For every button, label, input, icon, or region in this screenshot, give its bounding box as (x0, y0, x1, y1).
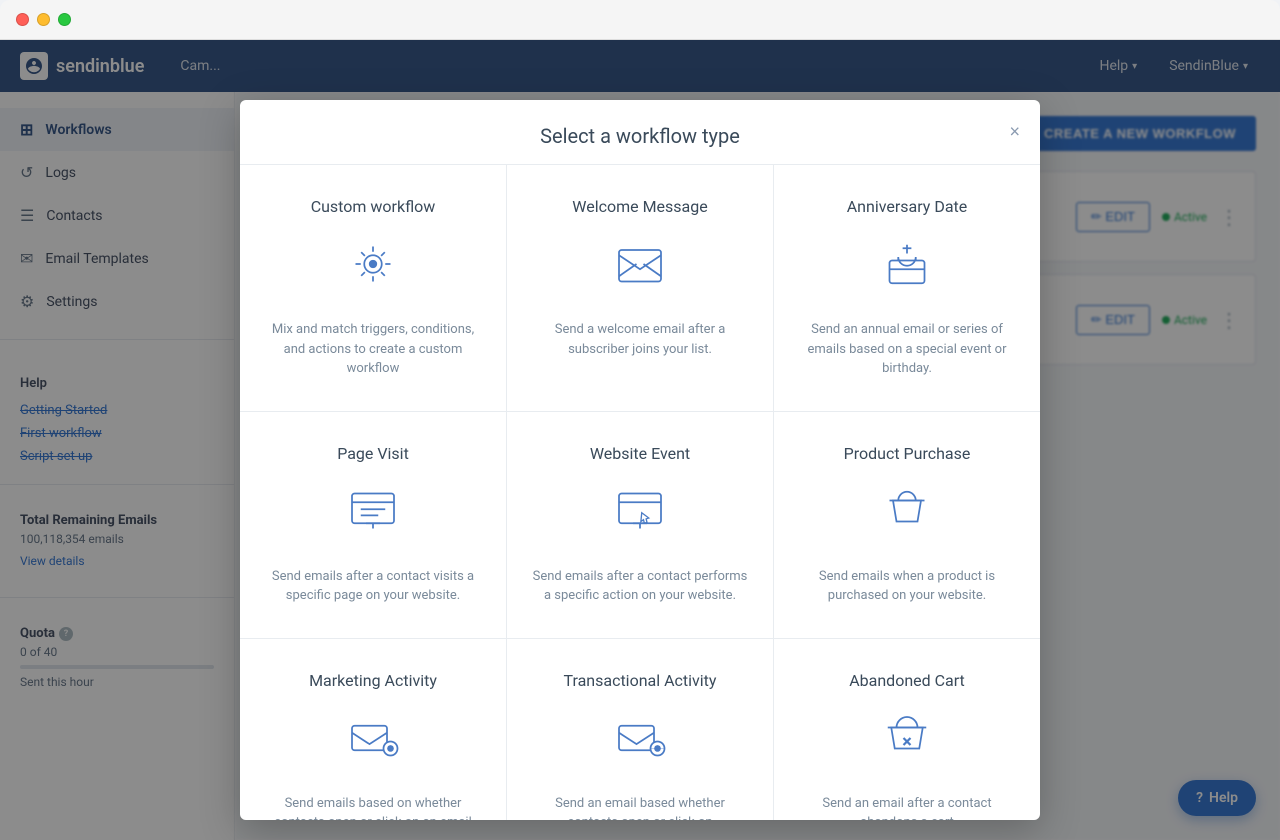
workflow-option-title-marketing-activity: Marketing Activity (264, 671, 482, 690)
modal-backdrop[interactable]: Select a workflow type × Custom workflow… (0, 40, 1280, 840)
custom-workflow-icon (341, 236, 405, 300)
website-event-icon (608, 483, 672, 547)
workflow-option-abandoned-cart[interactable]: Abandoned Cart Send an email after a con… (774, 639, 1040, 821)
workflow-option-transactional-activity[interactable]: Transactional Activity Send an email bas… (507, 639, 773, 821)
workflow-option-custom[interactable]: Custom workflow Mix and match triggers, … (240, 165, 506, 411)
workflow-type-grid: Custom workflow Mix and match triggers, … (240, 165, 1040, 820)
workflow-option-title-transactional-activity: Transactional Activity (531, 671, 749, 690)
workflow-option-website-event[interactable]: Website Event Send emails after a contac… (507, 412, 773, 638)
abandoned-cart-icon (875, 710, 939, 774)
workflow-option-title-anniversary: Anniversary Date (798, 197, 1016, 216)
workflow-option-desc-custom: Mix and match triggers, conditions, and … (264, 320, 482, 379)
workflow-option-anniversary[interactable]: Anniversary Date Send an annual email or… (774, 165, 1040, 411)
welcome-message-icon (608, 236, 672, 300)
workflow-option-desc-marketing-activity: Send emails based on whether contacts op… (264, 794, 482, 821)
workflow-option-desc-transactional-activity: Send an email based whether contacts ope… (531, 794, 749, 821)
anniversary-date-icon (875, 236, 939, 300)
select-workflow-modal: Select a workflow type × Custom workflow… (240, 100, 1040, 820)
workflow-option-desc-website-event: Send emails after a contact performs a s… (531, 567, 749, 606)
workflow-option-desc-product-purchase: Send emails when a product is purchased … (798, 567, 1016, 606)
workflow-option-desc-anniversary: Send an annual email or series of emails… (798, 320, 1016, 379)
marketing-activity-icon (341, 710, 405, 774)
page-visit-icon (341, 483, 405, 547)
modal-header: Select a workflow type × (240, 100, 1040, 165)
workflow-option-marketing-activity[interactable]: Marketing Activity Send emails based on … (240, 639, 506, 821)
workflow-option-title-welcome: Welcome Message (531, 197, 749, 216)
workflow-option-desc-page-visit: Send emails after a contact visits a spe… (264, 567, 482, 606)
workflow-option-product-purchase[interactable]: Product Purchase Send emails when a prod… (774, 412, 1040, 638)
workflow-option-title-page-visit: Page Visit (264, 444, 482, 463)
workflow-option-title-product-purchase: Product Purchase (798, 444, 1016, 463)
product-purchase-icon (875, 483, 939, 547)
workflow-option-welcome[interactable]: Welcome Message Send a welcome email aft… (507, 165, 773, 411)
workflow-option-desc-welcome: Send a welcome email after a subscriber … (531, 320, 749, 359)
workflow-option-title-abandoned-cart: Abandoned Cart (798, 671, 1016, 690)
window-chrome (0, 0, 1280, 40)
workflow-option-desc-abandoned-cart: Send an email after a contact abandons a… (798, 794, 1016, 821)
maximize-traffic-light[interactable] (58, 13, 71, 26)
workflow-option-title-website-event: Website Event (531, 444, 749, 463)
minimize-traffic-light[interactable] (37, 13, 50, 26)
close-traffic-light[interactable] (16, 13, 29, 26)
modal-close-button[interactable]: × (1009, 122, 1020, 143)
workflow-option-page-visit[interactable]: Page Visit Send emails after a contact v… (240, 412, 506, 638)
workflow-option-title-custom: Custom workflow (264, 197, 482, 216)
modal-title: Select a workflow type (540, 124, 740, 148)
transactional-activity-icon (608, 710, 672, 774)
